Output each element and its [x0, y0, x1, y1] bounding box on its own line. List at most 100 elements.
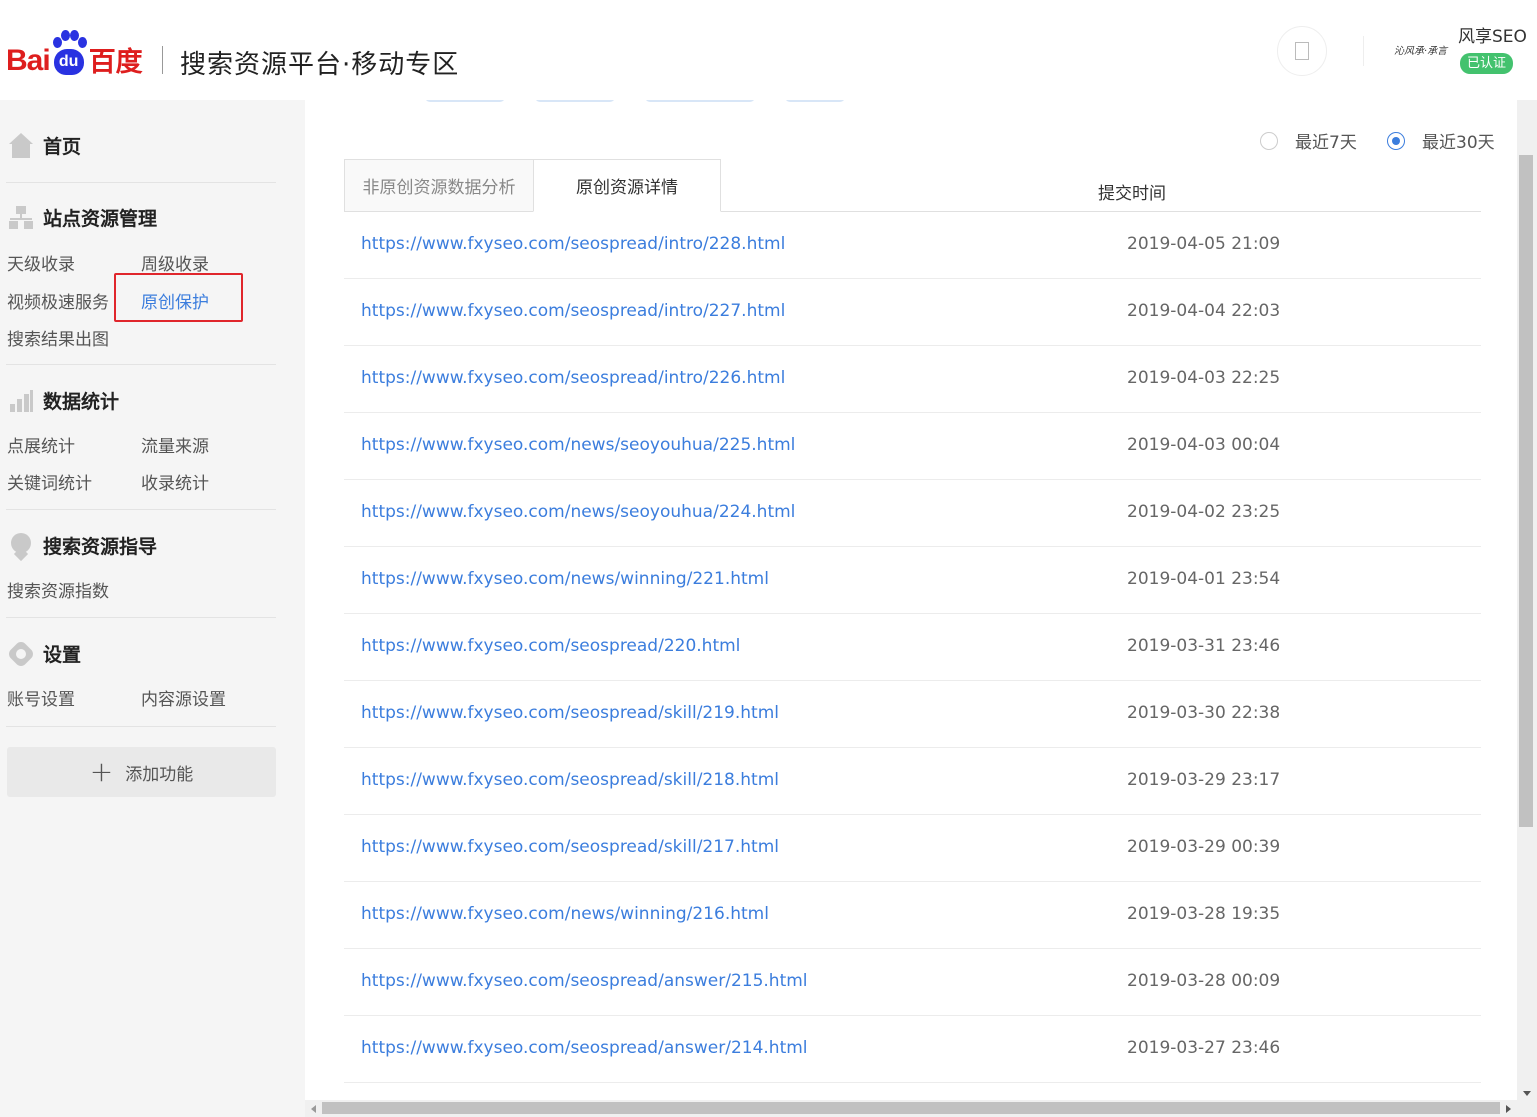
add-feature-label: 添加功能: [125, 764, 194, 785]
sidebar-divider: [6, 726, 276, 727]
logo-divider: [162, 46, 163, 74]
table-row: https://www.fxyseo.com/news/seoyouhua/22…: [344, 413, 1481, 480]
user-avatar-signature[interactable]: 沁风承·承言: [1394, 42, 1447, 57]
platform-title: 搜索资源平台·移动专区: [180, 50, 460, 80]
range-7-days-label: 最近7天: [1295, 133, 1357, 153]
horizontal-scrollbar[interactable]: [305, 1100, 1517, 1117]
table-row: https://www.fxyseo.com/news/winning/216.…: [344, 882, 1481, 949]
sidebar-item-result-image[interactable]: 搜索结果出图: [7, 325, 109, 350]
sidebar-item-account-settings[interactable]: 账号设置: [7, 685, 75, 710]
table-row: https://www.fxyseo.com/seospread/intro/2…: [344, 279, 1481, 346]
section-settings-title: 设置: [43, 644, 82, 666]
tab-non-original-analysis[interactable]: 非原创资源数据分析: [344, 159, 534, 212]
sidebar-item-impressions[interactable]: 点展统计: [7, 432, 75, 457]
resource-url-link[interactable]: https://www.fxyseo.com/seospread/220.htm…: [361, 636, 740, 656]
sidebar: 首页 站点资源管理 天级收录 周级收录 视频极速服务 原创保护 搜索结果出图 数…: [0, 100, 305, 1117]
tab-original-details[interactable]: 原创资源详情: [533, 159, 721, 212]
range-30-days[interactable]: 最近30天: [1387, 128, 1495, 153]
sidebar-item-index-stats[interactable]: 收录统计: [141, 469, 209, 494]
table-row: https://www.fxyseo.com/seospread/skill/2…: [344, 748, 1481, 815]
resource-url-link[interactable]: https://www.fxyseo.com/news/winning/221.…: [361, 569, 769, 589]
column-header-submit-time: 提交时间: [1098, 184, 1166, 204]
scroll-down-arrow-icon[interactable]: [1523, 1091, 1531, 1096]
section-site-mgmt-title: 站点资源管理: [43, 208, 158, 230]
resource-url-link[interactable]: https://www.fxyseo.com/seospread/answer/…: [361, 1038, 808, 1058]
table-row: https://www.fxyseo.com/seospread/answer/…: [344, 949, 1481, 1016]
scroll-left-arrow-icon[interactable]: [311, 1105, 316, 1113]
sidebar-divider: [6, 364, 276, 365]
plus-icon: +: [89, 755, 114, 788]
sitemap-icon: [8, 205, 34, 231]
sidebar-item-resource-index[interactable]: 搜索资源指数: [7, 577, 109, 602]
submit-time: 2019-03-29 23:17: [1127, 770, 1281, 790]
resource-url-link[interactable]: https://www.fxyseo.com/news/winning/216.…: [361, 904, 769, 924]
sidebar-divider: [6, 182, 276, 183]
submit-time: 2019-03-31 23:46: [1127, 636, 1281, 656]
gear-icon: [8, 641, 34, 667]
submit-time: 2019-03-30 22:38: [1127, 703, 1281, 723]
bar-chart-icon: [8, 388, 34, 414]
table-row: https://www.fxyseo.com/news/winning/221.…: [344, 547, 1481, 614]
message-button[interactable]: [1277, 26, 1327, 76]
vertical-scroll-thumb[interactable]: [1519, 155, 1533, 827]
main-panel: 最近7天 最近30天 非原创资源数据分析 原创资源详情 提交时间 https:/…: [305, 100, 1517, 1100]
sidebar-item-video-service[interactable]: 视频极速服务: [7, 288, 109, 313]
sidebar-item-traffic-source[interactable]: 流量来源: [141, 432, 209, 457]
section-settings: 设置: [8, 640, 81, 667]
horizontal-scroll-thumb[interactable]: [322, 1102, 1500, 1114]
radio-7-days[interactable]: [1260, 131, 1278, 150]
table-row: https://www.fxyseo.com/seospread/intro/2…: [344, 346, 1481, 413]
top-header: Bai du 百度 搜索资源平台·移动专区 沁风承·承言 风享SEO 已认证: [0, 0, 1537, 100]
sidebar-divider: [6, 509, 276, 510]
range-30-days-label: 最近30天: [1422, 133, 1495, 153]
submit-time: 2019-04-04 22:03: [1127, 301, 1281, 321]
paw-icon: du: [51, 30, 87, 76]
sidebar-item-home[interactable]: 首页: [8, 132, 81, 159]
table-row: https://www.fxyseo.com/news/seoyouhua/22…: [344, 480, 1481, 547]
header-divider: [1363, 36, 1364, 66]
resource-url-link[interactable]: https://www.fxyseo.com/seospread/intro/2…: [361, 368, 785, 388]
scroll-right-arrow-icon[interactable]: [1506, 1105, 1511, 1113]
vertical-scrollbar[interactable]: [1517, 100, 1537, 1100]
chart-legend-cutoff: [425, 100, 845, 102]
range-7-days[interactable]: 最近7天: [1260, 128, 1357, 153]
submit-time: 2019-03-29 00:39: [1127, 837, 1281, 857]
sidebar-divider: [6, 617, 276, 618]
submit-time: 2019-04-03 00:04: [1127, 435, 1281, 455]
sidebar-item-keywords[interactable]: 关键词统计: [7, 469, 92, 494]
resource-url-link[interactable]: https://www.fxyseo.com/seospread/intro/2…: [361, 234, 785, 254]
logo-cn-text: 百度: [88, 47, 143, 78]
logo-paw-text: du: [53, 49, 84, 75]
username[interactable]: 风享SEO: [1458, 22, 1527, 47]
logo-latin-text: Bai: [6, 44, 51, 77]
submit-time: 2019-03-28 19:35: [1127, 904, 1281, 924]
section-guide: 搜索资源指导: [8, 532, 157, 559]
submit-time: 2019-03-27 23:46: [1127, 1038, 1281, 1058]
section-stats-title: 数据统计: [43, 391, 120, 413]
table-row: https://www.fxyseo.com/seospread/intro/2…: [344, 212, 1481, 279]
resource-url-link[interactable]: https://www.fxyseo.com/news/seoyouhua/22…: [361, 502, 795, 522]
resource-url-link[interactable]: https://www.fxyseo.com/news/seoyouhua/22…: [361, 435, 795, 455]
section-stats: 数据统计: [8, 387, 119, 414]
resource-url-link[interactable]: https://www.fxyseo.com/seospread/answer/…: [361, 971, 808, 991]
add-feature-button[interactable]: + 添加功能: [7, 747, 276, 797]
sidebar-home-label: 首页: [43, 136, 82, 158]
highlight-box: [114, 273, 243, 322]
resource-url-link[interactable]: https://www.fxyseo.com/seospread/intro/2…: [361, 301, 785, 321]
resource-url-link[interactable]: https://www.fxyseo.com/seospread/skill/2…: [361, 837, 779, 857]
table-row: https://www.fxyseo.com/seospread/skill/2…: [344, 815, 1481, 882]
scrollbar-corner: [1517, 1100, 1537, 1117]
sidebar-item-content-source[interactable]: 内容源设置: [141, 685, 226, 710]
section-guide-title: 搜索资源指导: [43, 536, 158, 558]
submit-time: 2019-03-28 00:09: [1127, 971, 1281, 991]
baidu-logo[interactable]: Bai du 百度: [6, 28, 143, 76]
verified-badge: 已认证: [1460, 53, 1513, 74]
sidebar-item-weekly-index[interactable]: 周级收录: [141, 250, 209, 275]
home-icon: [8, 132, 34, 159]
submit-time: 2019-04-01 23:54: [1127, 569, 1281, 589]
resource-url-link[interactable]: https://www.fxyseo.com/seospread/skill/2…: [361, 703, 779, 723]
radio-30-days[interactable]: [1387, 131, 1405, 150]
sidebar-item-daily-index[interactable]: 天级收录: [7, 250, 75, 275]
resource-url-link[interactable]: https://www.fxyseo.com/seospread/skill/2…: [361, 770, 779, 790]
table-row: https://www.fxyseo.com/seospread/skill/2…: [344, 681, 1481, 748]
